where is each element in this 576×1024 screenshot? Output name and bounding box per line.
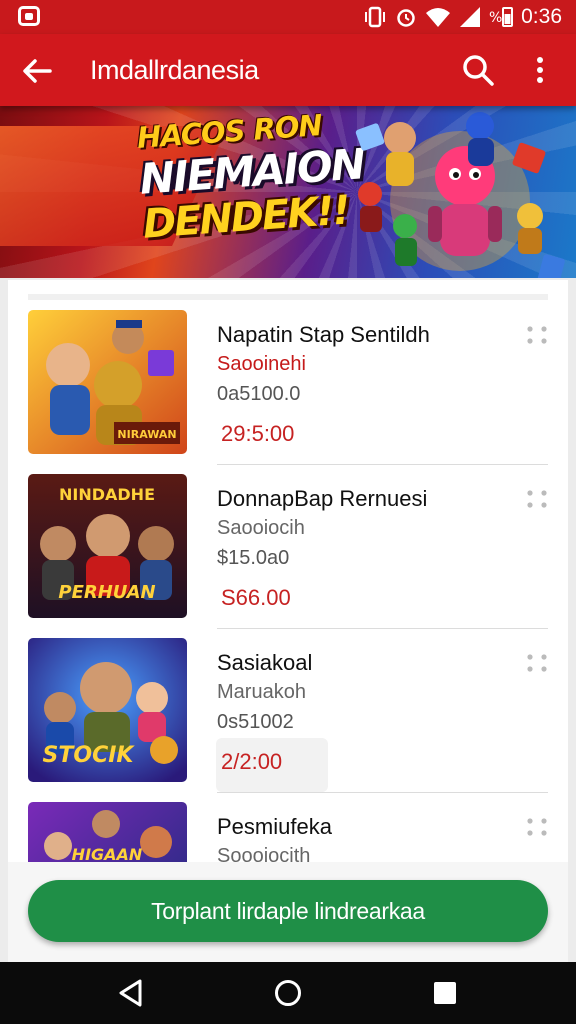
more-vert-icon[interactable] xyxy=(528,52,552,88)
thumbnail-label-2: PERHUAN xyxy=(58,582,155,603)
item-name[interactable]: Napatin Stap Sentildh xyxy=(217,322,430,348)
nav-recents-icon[interactable] xyxy=(430,978,460,1008)
system-nav-bar xyxy=(0,962,576,1024)
primary-action-button[interactable]: Torplant lirdaple lindrearkaa xyxy=(28,880,548,942)
item-original-price: 0s51002 xyxy=(217,711,294,733)
vibrate-icon xyxy=(365,6,386,28)
nav-home-icon[interactable] xyxy=(273,978,303,1008)
item-name[interactable]: DonnapBap Rernuesi xyxy=(217,486,427,512)
status-bar: % 0:36 xyxy=(0,0,576,34)
item-subtitle: Saooinehi xyxy=(217,353,306,375)
thumbnail-label: NIRAWAN xyxy=(117,428,176,441)
notification-icon xyxy=(18,6,40,26)
wifi-icon xyxy=(426,8,451,27)
alarm-icon xyxy=(397,9,415,27)
item-thumbnail[interactable]: NINDADHE PERHUAN xyxy=(28,474,187,618)
page-title: Imdallrdanesia xyxy=(90,55,259,85)
more-options-icon[interactable] xyxy=(524,652,550,674)
thumbnail-label: STOCIK xyxy=(43,743,136,768)
thumbnail-label: NINDADHE xyxy=(59,485,155,504)
nav-back-icon[interactable] xyxy=(116,978,146,1008)
more-options-icon[interactable] xyxy=(524,324,550,346)
item-subtitle: Saooiocih xyxy=(217,517,305,539)
item-original-price: 0a5100.0 xyxy=(217,383,301,405)
item-name[interactable]: Pesmiufeka xyxy=(217,814,332,840)
clock: 0:36 xyxy=(521,5,562,28)
svg-text:%: % xyxy=(489,10,502,26)
more-options-icon[interactable] xyxy=(524,488,550,510)
status-icons: % 0:36 xyxy=(363,5,562,29)
banner-headline: HACOS RON NIEMAION DENDEK!! xyxy=(136,108,368,248)
search-icon[interactable] xyxy=(460,52,496,88)
item-subtitle: Maruakoh xyxy=(217,681,306,703)
more-options-icon[interactable] xyxy=(524,816,550,838)
banner-hero-art xyxy=(355,112,565,278)
promo-banner[interactable]: HACOS RON NIEMAION DENDEK!! xyxy=(0,106,576,278)
battery-icon: % xyxy=(489,7,514,27)
app-toolbar: Imdallrdanesia xyxy=(0,34,576,106)
signal-icon xyxy=(460,7,481,27)
product-list: NIRAWAN Napatin Stap Sentildh Saooinehi … xyxy=(8,280,568,880)
item-thumbnail[interactable]: STOCIK xyxy=(28,638,187,782)
list-item[interactable]: NINDADHE PERHUAN DonnapBap Rernuesi Saoo… xyxy=(8,444,568,629)
list-item[interactable]: STOCIK Sasiakoal Maruakoh 0s51002 2/2:00 xyxy=(8,608,568,793)
item-original-price: $15.0a0 xyxy=(217,547,290,569)
item-name[interactable]: Sasiakoal xyxy=(217,650,312,676)
list-item[interactable]: NIRAWAN Napatin Stap Sentildh Saooinehi … xyxy=(8,280,568,465)
arrow-back-icon[interactable] xyxy=(20,54,54,88)
item-thumbnail[interactable]: NIRAWAN xyxy=(28,310,187,454)
